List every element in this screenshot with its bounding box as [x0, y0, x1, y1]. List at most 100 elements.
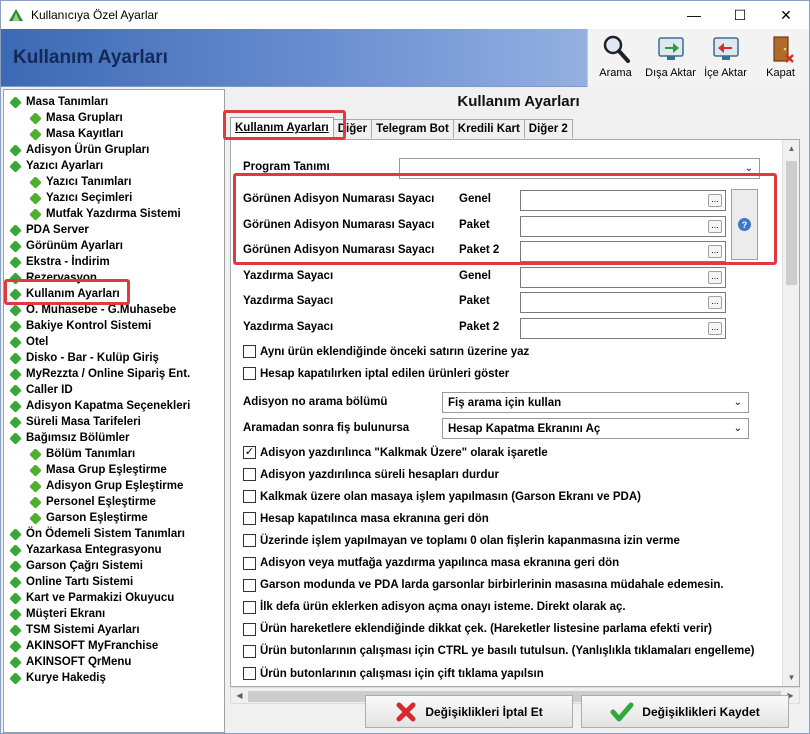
checkbox-icon[interactable]: [243, 512, 256, 526]
tree-item-label: AKINSOFT QrMenu: [26, 656, 132, 668]
option-checkbox[interactable]: Adisyon veya mutfağa yazdırma yapılınca …: [243, 556, 619, 570]
tree-item[interactable]: PDA Server: [9, 222, 89, 238]
tree-item-label: Garson Çağrı Sistemi: [26, 560, 143, 572]
vertical-scrollbar[interactable]: ▲ ▼: [782, 140, 799, 686]
tree-item[interactable]: Garson Çağrı Sistemi: [9, 558, 143, 574]
ellipsis-button[interactable]: ...: [708, 270, 722, 284]
tree-item[interactable]: Bakiye Kontrol Sistemi: [9, 318, 151, 334]
overwrite-line-checkbox[interactable]: Aynı ürün eklendiğinde önceki satırın üz…: [243, 345, 529, 358]
option-checkbox[interactable]: ✓ Adisyon yazdırılınca "Kalkmak Üzere" ol…: [243, 446, 548, 459]
tree-item[interactable]: Süreli Masa Tarifeleri: [9, 414, 141, 430]
scroll-left-icon[interactable]: ◀: [231, 688, 248, 703]
option-checkbox[interactable]: Kalkmak üzere olan masaya işlem yapılmas…: [243, 490, 641, 504]
tree-item[interactable]: Online Tartı Sistemi: [9, 574, 134, 590]
show-cancelled-checkbox[interactable]: Hesap kapatılırken iptal edilen ürünleri…: [243, 367, 509, 380]
scroll-up-icon[interactable]: ▲: [783, 140, 799, 157]
checkbox-icon[interactable]: [243, 600, 256, 614]
checkbox-icon[interactable]: [243, 622, 256, 636]
search-button[interactable]: Arama: [588, 29, 643, 87]
scroll-thumb[interactable]: [786, 161, 797, 285]
tree-item[interactable]: Müşteri Ekranı: [9, 606, 105, 622]
close-button[interactable]: Kapat: [753, 29, 808, 87]
tab-other-2[interactable]: Diğer 2: [523, 119, 573, 138]
tree-item[interactable]: MyRezzta / Online Sipariş Ent.: [9, 366, 190, 382]
checkbox-icon[interactable]: [243, 556, 256, 570]
checkbox-icon[interactable]: [243, 534, 256, 548]
scroll-down-icon[interactable]: ▼: [783, 669, 799, 686]
maximize-button[interactable]: ☐: [717, 1, 763, 29]
counter-input[interactable]: ...: [520, 292, 726, 313]
folder-node-icon: [9, 255, 22, 269]
tree-item[interactable]: Adisyon Kapatma Seçenekleri: [9, 398, 190, 414]
export-button[interactable]: Dışa Aktar: [643, 29, 698, 87]
tab-telegram-bot[interactable]: Telegram Bot: [371, 119, 454, 138]
tree-item[interactable]: Kurye Hakediş: [9, 670, 106, 686]
tree-item[interactable]: Garson Eşleştirme: [29, 510, 148, 526]
tree-item[interactable]: Adisyon Ürün Grupları: [9, 142, 149, 158]
counter-input[interactable]: ...: [520, 266, 726, 288]
tree-item[interactable]: Personel Eşleştirme: [29, 494, 156, 510]
minimize-button[interactable]: —: [671, 1, 717, 29]
leaf-node-icon: [29, 479, 42, 493]
tree-item[interactable]: Kart ve Parmakizi Okuyucu: [9, 590, 174, 606]
tree-item[interactable]: Masa Grup Eşleştirme: [29, 462, 167, 478]
checkbox-icon[interactable]: [243, 490, 256, 504]
tree-item[interactable]: Yazıcı Tanımları: [29, 174, 131, 190]
tree-item[interactable]: TSM Sistemi Ayarları: [9, 622, 140, 638]
option-checkbox[interactable]: Garson modunda ve PDA larda garsonlar bi…: [243, 578, 724, 592]
tree-item[interactable]: Otel: [9, 334, 48, 350]
counter-input[interactable]: ...: [520, 317, 726, 339]
tree-item-label: Bağımsız Bölümler: [26, 432, 130, 444]
tree-item[interactable]: Masa Tanımları: [9, 94, 108, 110]
ellipsis-button[interactable]: ...: [708, 296, 722, 309]
option-checkbox[interactable]: Ürün hareketlere eklendiğinde dikkat çek…: [243, 622, 712, 636]
tree-item[interactable]: Ön Ödemeli Sistem Tanımları: [9, 526, 185, 542]
option-checkbox[interactable]: İlk defa ürün eklerken adisyon açma onay…: [243, 600, 626, 614]
after-search-select[interactable]: Hesap Kapatma Ekranını Aç ⌄: [442, 418, 749, 439]
option-checkbox[interactable]: Üzerinde işlem yapılmayan ve toplamı 0 o…: [243, 534, 680, 548]
tree-item[interactable]: Ekstra - İndirim: [9, 254, 110, 270]
cancel-changes-button[interactable]: Değişiklikleri İptal Et: [365, 695, 573, 728]
tree-item[interactable]: Disko - Bar - Kulüp Giriş: [9, 350, 159, 366]
search-section-select[interactable]: Fiş arama için kullan ⌄: [442, 392, 749, 413]
option-checkbox[interactable]: Adisyon yazdırılınca süreli hesapları du…: [243, 468, 499, 482]
checkbox-icon[interactable]: ✓: [243, 446, 256, 459]
tree-item[interactable]: Adisyon Grup Eşleştirme: [29, 478, 183, 494]
tree-item[interactable]: AKINSOFT QrMenu: [9, 654, 132, 670]
checkbox-label: Hesap kapatılınca masa ekranına geri dön: [260, 512, 489, 525]
checkbox-label: Hesap kapatılırken iptal edilen ürünleri…: [260, 367, 510, 380]
option-checkbox[interactable]: Ürün butonlarının çalışması için CTRL ye…: [243, 644, 755, 658]
tree-item-label: Ekstra - İndirim: [26, 256, 110, 268]
search-label: Arama: [599, 67, 632, 79]
option-checkbox[interactable]: Hesap kapatılınca masa ekranına geri dön: [243, 512, 489, 526]
tree-item-label: Online Tartı Sistemi: [26, 576, 134, 588]
save-changes-button[interactable]: Değişiklikleri Kaydet: [581, 695, 789, 728]
checkbox-label: Ürün butonlarının çalışması için çift tı…: [260, 667, 544, 680]
tree-item-label: Garson Eşleştirme: [46, 512, 148, 524]
tree-item[interactable]: Bağımsız Bölümler: [9, 430, 130, 446]
tree-item[interactable]: AKINSOFT MyFranchise: [9, 638, 158, 654]
tree-item[interactable]: Yazıcı Seçimleri: [29, 190, 132, 206]
tree-item[interactable]: Masa Kayıtları: [29, 126, 124, 142]
checkbox-icon[interactable]: [243, 345, 256, 358]
tree-item[interactable]: Yazarkasa Entegrasyonu: [9, 542, 162, 558]
checkbox-icon[interactable]: [243, 468, 256, 482]
tree-item[interactable]: Görünüm Ayarları: [9, 238, 123, 254]
tree-item[interactable]: Caller ID: [9, 382, 73, 398]
checkbox-icon[interactable]: [243, 367, 256, 380]
tree-item[interactable]: Bölüm Tanımları: [29, 446, 135, 462]
tree-item[interactable]: Masa Grupları: [29, 110, 123, 126]
tree-item[interactable]: Mutfak Yazdırma Sistemi: [29, 206, 181, 222]
checkbox-icon[interactable]: [243, 667, 256, 680]
import-button[interactable]: İçe Aktar: [698, 29, 753, 87]
folder-node-icon: [9, 239, 22, 253]
checkbox-label: Ürün butonlarının çalışması için CTRL ye…: [260, 645, 755, 658]
tree-item[interactable]: Yazıcı Ayarları: [9, 158, 103, 174]
close-window-button[interactable]: ✕: [763, 1, 809, 29]
tab-credit-card[interactable]: Kredili Kart: [452, 119, 525, 138]
checkbox-icon[interactable]: [243, 578, 256, 592]
checkbox-icon[interactable]: [243, 644, 256, 658]
option-checkbox[interactable]: Ürün butonlarının çalışması için çift tı…: [243, 667, 544, 680]
tree-item-label: Masa Kayıtları: [46, 128, 124, 140]
ellipsis-button[interactable]: ...: [708, 321, 722, 335]
